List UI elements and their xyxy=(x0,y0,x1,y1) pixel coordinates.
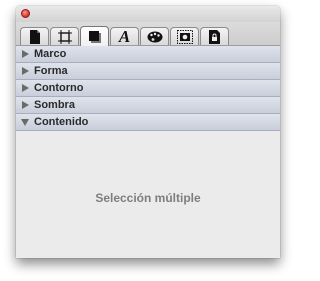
document-icon xyxy=(29,29,40,44)
disclosure-triangle-right-icon[interactable] xyxy=(22,101,29,109)
section-sombra[interactable]: Sombra xyxy=(16,97,280,114)
inspector-window: A Marco Forma Contorno Sombra Contenido … xyxy=(16,6,280,258)
section-label: Forma xyxy=(34,65,68,77)
tab-graphic[interactable] xyxy=(80,26,109,46)
section-label: Contenido xyxy=(34,116,89,128)
disclosure-triangle-right-icon[interactable] xyxy=(22,84,29,92)
title-bar[interactable] xyxy=(16,6,280,22)
multiple-selection-message: Selección múltiple xyxy=(95,191,201,205)
inspector-sections: Marco Forma Contorno Sombra Contenido xyxy=(16,46,280,131)
section-forma[interactable]: Forma xyxy=(16,63,280,80)
section-label: Contorno xyxy=(34,82,84,94)
section-contenido[interactable]: Contenido xyxy=(16,114,280,131)
disclosure-triangle-right-icon[interactable] xyxy=(22,50,29,58)
shadow-square-icon xyxy=(88,30,101,43)
inspector-tab-bar: A xyxy=(16,22,280,46)
tab-document[interactable] xyxy=(20,27,49,45)
tab-color[interactable] xyxy=(140,27,169,45)
disclosure-triangle-down-icon[interactable] xyxy=(21,119,29,126)
frame-icon xyxy=(57,29,72,44)
color-palette-icon xyxy=(147,31,162,42)
section-label: Sombra xyxy=(34,99,75,111)
locked-document-icon xyxy=(209,29,220,44)
section-label: Marco xyxy=(34,48,67,60)
text-format-icon: A xyxy=(118,26,131,46)
image-frame-icon xyxy=(176,29,193,44)
tab-metadata[interactable] xyxy=(200,27,229,45)
tab-image[interactable] xyxy=(170,27,199,45)
disclosure-triangle-right-icon[interactable] xyxy=(22,67,29,75)
content-panel: Selección múltiple xyxy=(16,131,280,258)
tab-text[interactable]: A xyxy=(110,27,139,45)
section-marco[interactable]: Marco xyxy=(16,46,280,63)
close-button[interactable] xyxy=(21,9,30,18)
tab-frame[interactable] xyxy=(50,27,79,45)
section-contorno[interactable]: Contorno xyxy=(16,80,280,97)
